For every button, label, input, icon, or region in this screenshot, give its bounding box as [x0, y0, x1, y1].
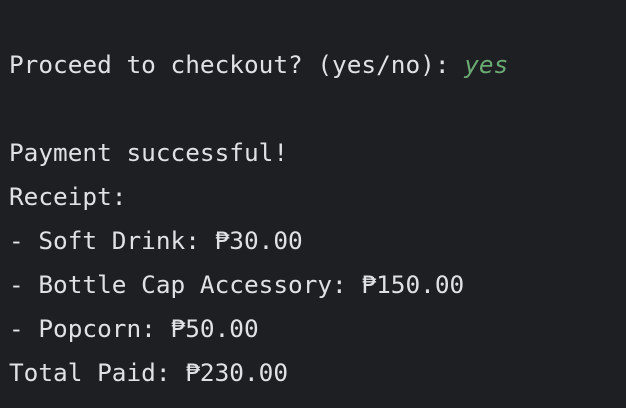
- checkout-prompt-line: Proceed to checkout? (yes/no): yes: [9, 50, 508, 80]
- receipt-header: Receipt:: [9, 182, 127, 211]
- checkout-prompt: Proceed to checkout? (yes/no):: [9, 50, 465, 79]
- console-output: Proceed to checkout? (yes/no): yes Payme…: [0, 0, 626, 408]
- receipt-item: - Soft Drink: ₱30.00: [9, 226, 303, 255]
- user-input-text: yes: [464, 50, 509, 79]
- receipt-item: - Popcorn: ₱50.00: [9, 314, 259, 343]
- receipt-item: - Bottle Cap Accessory: ₱150.00: [9, 270, 465, 299]
- payment-status: Payment successful!: [9, 138, 289, 167]
- total-paid: Total Paid: ₱230.00: [9, 358, 289, 387]
